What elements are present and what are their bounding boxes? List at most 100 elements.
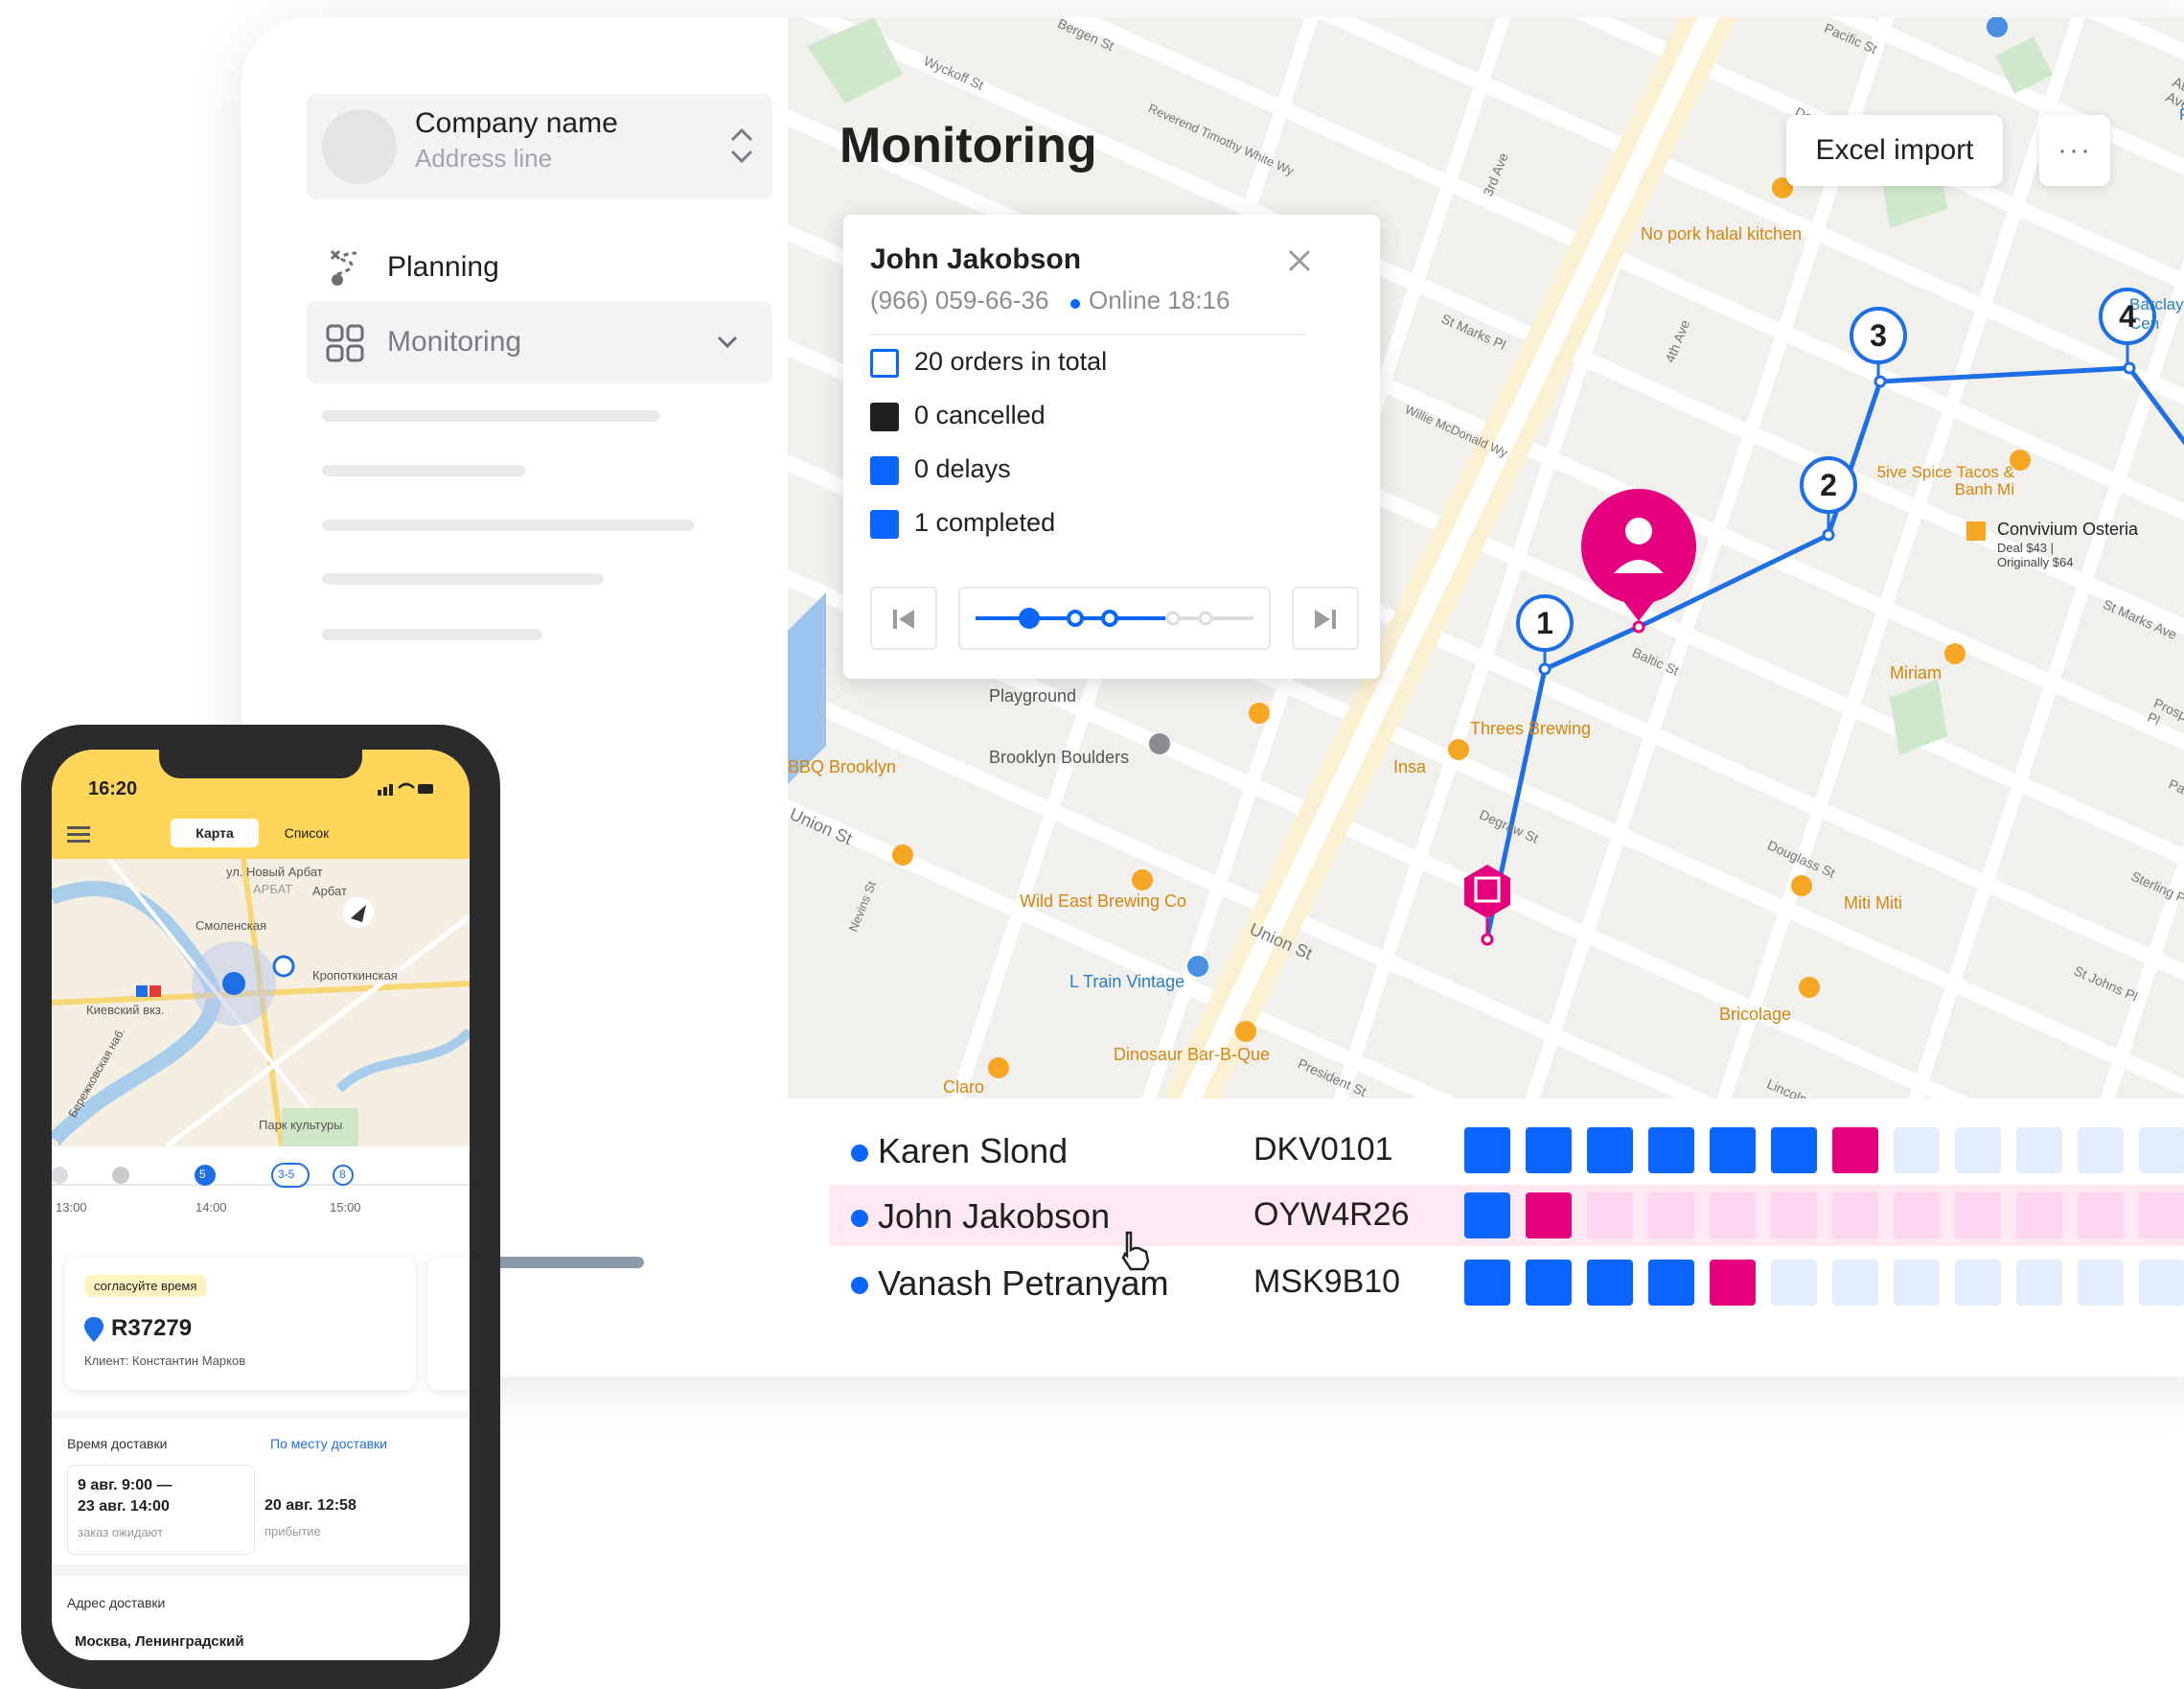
skip-back-icon: [893, 610, 914, 629]
order-cell-todo[interactable]: [2016, 1192, 2062, 1238]
table-row[interactable]: Karen Slond DKV0101: [830, 1120, 2184, 1181]
route-stop-2[interactable]: 2: [1815, 468, 1842, 503]
divider: [870, 334, 1307, 335]
phone-map[interactable]: ул. Новый Арбат АРБАТ Арбат Смоленская К…: [52, 859, 470, 1146]
delivery-time-label: Время доставки: [67, 1436, 168, 1451]
order-cell-done[interactable]: [1464, 1127, 1510, 1173]
place-label: 5ive Spice Tacos & Banh Mi: [1876, 463, 2014, 498]
order-cell-todo[interactable]: [1710, 1192, 1756, 1238]
skeleton-line: [322, 520, 694, 531]
map-label: Смоленская: [195, 918, 267, 933]
chevron-updown-icon: [730, 127, 753, 164]
place-label: Threes Brewing: [1470, 719, 1592, 738]
timeline-track: [52, 1163, 470, 1188]
phone-mockup: 16:20 Карта Список ул. Новый Арбат АРБАТ…: [21, 725, 500, 1689]
order-cell-todo[interactable]: [1955, 1260, 2001, 1306]
order-cell-todo[interactable]: [1894, 1127, 1940, 1173]
page-title: Monitoring: [839, 118, 1097, 174]
order-cell-todo[interactable]: [2139, 1260, 2184, 1306]
phone-notch: [159, 750, 362, 778]
order-cell-todo[interactable]: [2139, 1127, 2184, 1173]
map-label: Кропоткинская: [312, 968, 398, 983]
order-cell-done[interactable]: [1587, 1260, 1633, 1306]
company-selector[interactable]: Company name Address line: [307, 94, 772, 199]
phone-timeline[interactable]: 5 3-5 8 13:00 14:00 15:00: [52, 1146, 470, 1252]
order-cell-todo[interactable]: [1832, 1260, 1878, 1306]
order-cell-todo[interactable]: [1648, 1192, 1694, 1238]
order-badge: согласуйте время: [84, 1275, 207, 1297]
route-stop-3[interactable]: 3: [1865, 318, 1892, 354]
place-label: Deal $43 | Originally $64: [1997, 541, 2074, 569]
close-icon[interactable]: [1280, 242, 1319, 280]
company-name: Company name: [415, 107, 618, 139]
order-cell-done[interactable]: [1648, 1260, 1694, 1306]
timeline-pin: 5: [199, 1168, 206, 1181]
courier-card: John Jakobson (966) 059-66-36 Online 18:…: [843, 215, 1380, 679]
order-cell-todo[interactable]: [1955, 1192, 2001, 1238]
sidebar-item-label: Monitoring: [387, 326, 522, 358]
skip-back-button[interactable]: [870, 587, 937, 650]
order-cell-todo[interactable]: [1771, 1260, 1817, 1306]
legend-label: 0 delays: [914, 454, 1011, 483]
place-label: Bricolage: [1719, 1005, 1792, 1024]
order-cell-done[interactable]: [1526, 1127, 1572, 1173]
order-cell-todo[interactable]: [1771, 1192, 1817, 1238]
order-cell-todo[interactable]: [2078, 1260, 2124, 1306]
order-cell-todo[interactable]: [1832, 1192, 1878, 1238]
slider-track: [976, 608, 1253, 629]
tab-map[interactable]: Карта: [171, 819, 259, 847]
place-label: Miti Miti: [1844, 893, 1902, 913]
route-stop-4[interactable]: 4: [2114, 299, 2141, 335]
window-sub: заказ ожидают: [78, 1525, 164, 1539]
route-icon: [330, 249, 357, 286]
company-avatar: [322, 109, 397, 184]
excel-import-button[interactable]: Excel import: [1786, 115, 2003, 186]
order-cell-todo[interactable]: [1894, 1192, 1940, 1238]
menu-icon[interactable]: [67, 824, 92, 844]
order-cell-current[interactable]: [1526, 1192, 1572, 1238]
skip-forward-button[interactable]: [1292, 587, 1359, 650]
courier-code: OYW4R26: [1253, 1196, 1410, 1233]
map-label: ул. Новый Арбат: [226, 865, 323, 879]
route-stop-1[interactable]: 1: [1531, 606, 1558, 641]
tab-list[interactable]: Список: [263, 819, 351, 847]
order-cell-todo[interactable]: [2139, 1192, 2184, 1238]
order-cell-current[interactable]: [1710, 1260, 1756, 1306]
order-cell-done[interactable]: [1648, 1127, 1694, 1173]
order-cell-todo[interactable]: [1587, 1192, 1633, 1238]
place-label: Playground: [989, 686, 1077, 706]
order-cell-done[interactable]: [1771, 1127, 1817, 1173]
courier-name: John Jakobson: [878, 1196, 1111, 1236]
order-card[interactable]: согласуйте время R37279 Клиент: Констант…: [65, 1258, 416, 1390]
more-button[interactable]: ···: [2039, 115, 2110, 186]
scrollbar[interactable]: [487, 1257, 644, 1268]
delivery-by-place-link[interactable]: По месту доставки: [270, 1436, 387, 1451]
delivery-window: 9 авг. 9:00 — 23 авг. 14:00 заказ ожидаю…: [67, 1465, 255, 1555]
phone-screen: 16:20 Карта Список ул. Новый Арбат АРБАТ…: [52, 750, 470, 1660]
order-cell-current[interactable]: [1832, 1127, 1878, 1173]
table-row[interactable]: Vanash Petranyam MSK9B10: [830, 1252, 2184, 1313]
order-cell-todo[interactable]: [2078, 1192, 2124, 1238]
table-row[interactable]: John Jakobson OYW4R26: [830, 1185, 2184, 1246]
order-cell-todo[interactable]: [1955, 1127, 2001, 1173]
details-panel: Время доставки По месту доставки 9 авг. …: [52, 1419, 470, 1564]
place-label: Convivium Osteria: [1997, 520, 2139, 539]
order-cell-todo[interactable]: [2016, 1127, 2062, 1173]
order-cell-done[interactable]: [1464, 1260, 1510, 1306]
order-cell-done[interactable]: [1710, 1127, 1756, 1173]
sidebar-item-monitoring[interactable]: Monitoring: [307, 301, 772, 383]
status-icons: [378, 782, 433, 796]
place-label: Brooklyn Boulders: [989, 748, 1130, 767]
address-panel: Адрес доставки Москва, Ленинградский: [52, 1576, 470, 1660]
order-cell-done[interactable]: [1464, 1192, 1510, 1238]
timeline-slider[interactable]: [958, 587, 1271, 650]
status-dot: [851, 1145, 868, 1162]
sidebar-item-planning[interactable]: Planning: [307, 226, 772, 309]
order-cell-done[interactable]: [1587, 1127, 1633, 1173]
order-cell-todo[interactable]: [1894, 1260, 1940, 1306]
order-cell-done[interactable]: [1526, 1260, 1572, 1306]
order-cell-todo[interactable]: [2016, 1260, 2062, 1306]
place-label: BBQ Brooklyn: [788, 757, 897, 776]
courier-status: Online 18:16: [1089, 286, 1230, 314]
order-cell-todo[interactable]: [2078, 1127, 2124, 1173]
